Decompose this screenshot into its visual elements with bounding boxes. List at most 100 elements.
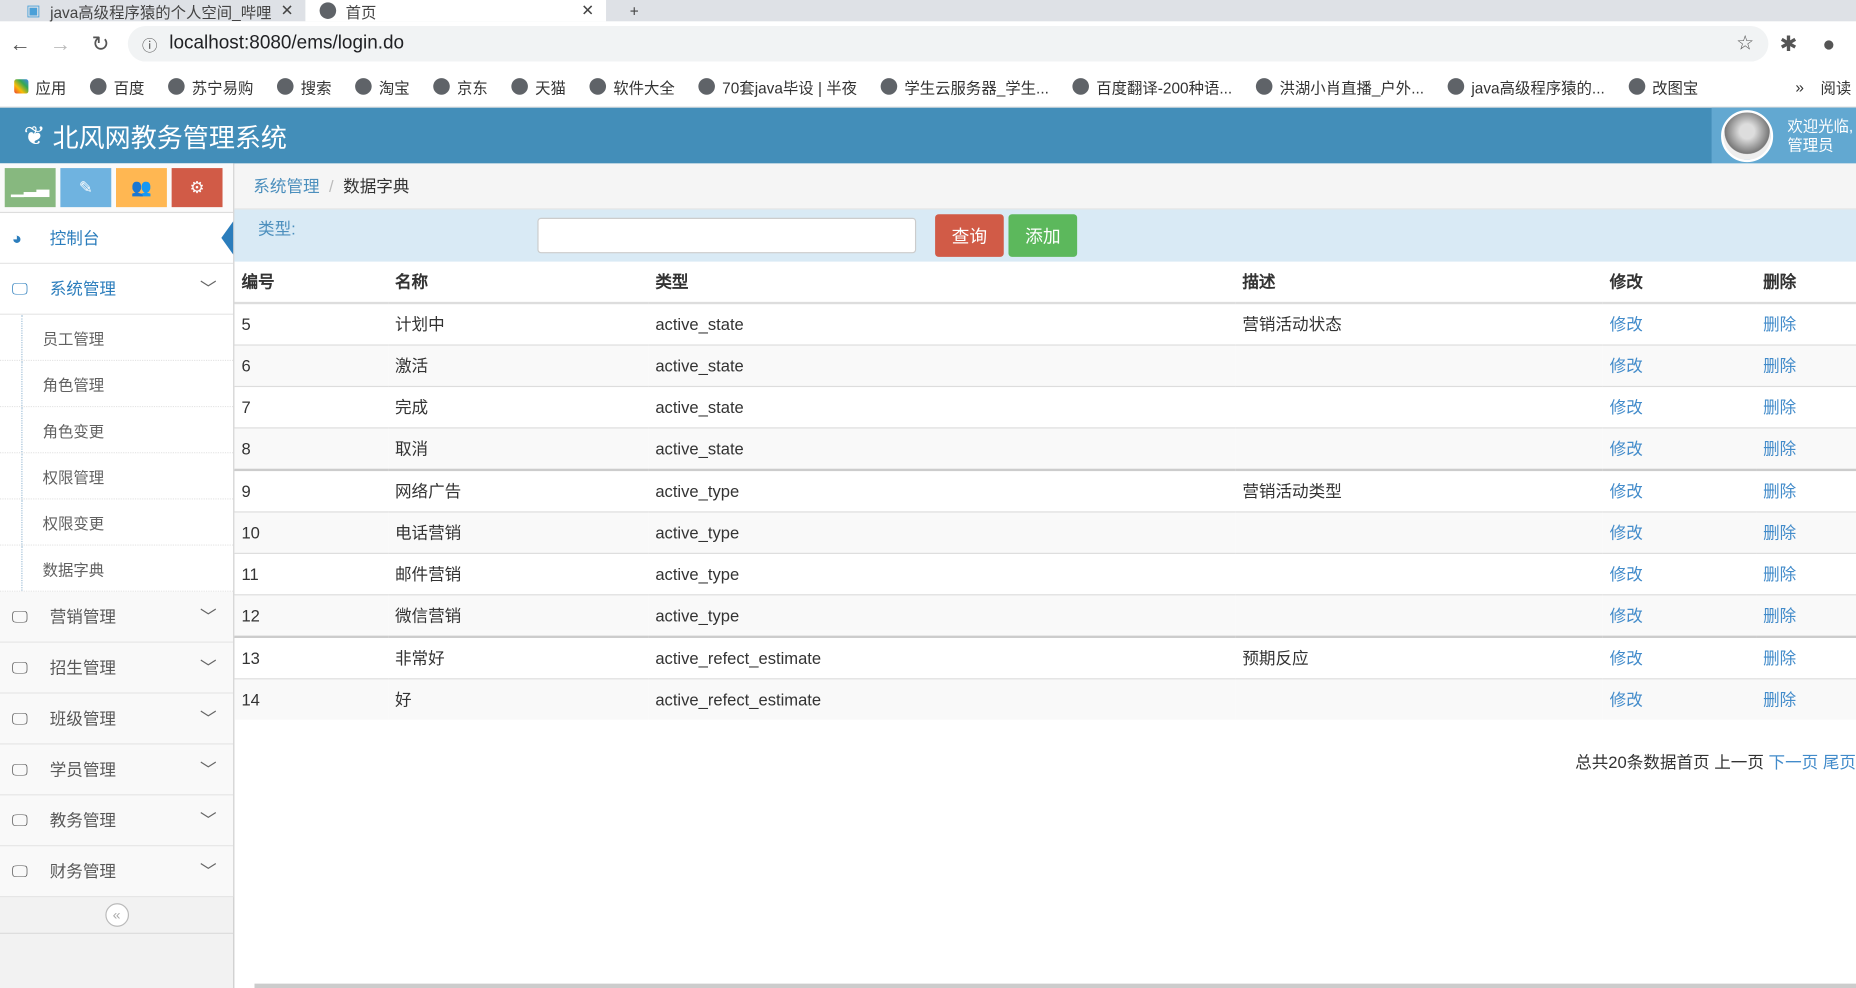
- browser-tab-active[interactable]: 首页 ✕: [305, 0, 607, 22]
- bookmark-item[interactable]: 应用: [14, 75, 66, 97]
- bookmark-item[interactable]: 洪湖小肖直播_户外...: [1255, 75, 1424, 97]
- next-page-link[interactable]: 下一页: [1769, 753, 1819, 772]
- dictionary-table: 编号 名称 类型 描述 修改 删除 5 计划中 active_state 营销活动状态 修改 删除 6…: [234, 261, 1856, 720]
- sidebar-item[interactable]: 🖵 教务管理 ﹀: [0, 795, 234, 847]
- address-bar[interactable]: ⓘ localhost:8080/ems/login.do ☆: [127, 26, 1769, 62]
- bookmark-item[interactable]: 70套java毕设 | 半夜: [698, 75, 857, 97]
- sidebar-item[interactable]: 🖵 招生管理 ﹀: [0, 642, 234, 694]
- profile-icon[interactable]: ●: [1809, 31, 1849, 56]
- edit-link[interactable]: 修改: [1610, 482, 1643, 501]
- delete-link[interactable]: 删除: [1763, 439, 1796, 458]
- bookmark-item[interactable]: 学生云服务器_学生...: [880, 75, 1049, 97]
- delete-link[interactable]: 删除: [1763, 649, 1796, 668]
- close-icon[interactable]: ✕: [581, 1, 594, 20]
- sidebar-item-dashboard[interactable]: ◕ 控制台: [0, 213, 234, 264]
- bookmark-icon: [880, 78, 898, 95]
- breadcrumb-link[interactable]: 系统管理: [253, 174, 319, 198]
- edit-link[interactable]: 修改: [1610, 356, 1643, 375]
- sidebar-item[interactable]: 🖵 学员管理 ﹀: [0, 744, 234, 796]
- table-row: 11 邮件营销 active_type 修改 删除: [234, 552, 1856, 595]
- signal-shortcut-button[interactable]: ▁▂▃: [4, 168, 56, 208]
- edit-link[interactable]: 修改: [1610, 315, 1643, 334]
- new-tab-button[interactable]: +: [616, 0, 653, 21]
- back-icon[interactable]: ←: [0, 31, 40, 56]
- delete-link[interactable]: 删除: [1763, 398, 1796, 417]
- bookmark-item[interactable]: 搜索: [277, 75, 332, 97]
- edit-link[interactable]: 修改: [1610, 649, 1643, 668]
- bookmark-icon: [1447, 78, 1465, 95]
- delete-link[interactable]: 删除: [1763, 523, 1796, 542]
- table-cell: active_refect_estimate: [648, 636, 1236, 679]
- table-cell: 好: [387, 678, 649, 720]
- bookmark-icon: [698, 78, 716, 95]
- forward-icon[interactable]: →: [40, 31, 80, 56]
- table-cell: 9: [234, 469, 388, 512]
- edit-link[interactable]: 修改: [1610, 565, 1643, 584]
- bookmark-item[interactable]: 京东: [433, 75, 488, 97]
- edit-link[interactable]: 修改: [1610, 606, 1643, 625]
- user-menu[interactable]: 欢迎光临, 管理员: [1711, 107, 1856, 165]
- chevron-up-icon: ﹀: [200, 279, 217, 299]
- edit-link[interactable]: 修改: [1610, 690, 1643, 709]
- table-cell: 7: [234, 385, 388, 428]
- edit-link[interactable]: 修改: [1610, 439, 1643, 458]
- horizontal-scrollbar[interactable]: [254, 983, 1856, 988]
- bookmarks-bar: 应用 百度 苏宁易购 搜索 淘宝 京东 天猫 软件大全 70套java毕设 | 半夜 学生云服务器…: [0, 66, 1856, 108]
- query-button[interactable]: 查询: [935, 214, 1004, 257]
- delete-link[interactable]: 删除: [1763, 606, 1796, 625]
- sidebar-subitem[interactable]: 角色变更: [0, 407, 234, 454]
- delete-link[interactable]: 删除: [1763, 482, 1796, 501]
- close-icon[interactable]: ✕: [281, 1, 294, 20]
- globe-icon: [319, 2, 337, 19]
- browser-tab[interactable]: ▣ java高级程序猿的个人空间_哔哩 ✕: [12, 0, 306, 21]
- sidebar-subitem[interactable]: 员工管理: [0, 314, 234, 362]
- users-shortcut-button[interactable]: 👥: [115, 168, 167, 208]
- delete-link[interactable]: 删除: [1763, 356, 1796, 375]
- sidebar-item-system[interactable]: 🖵 系统管理 ﹀: [0, 263, 234, 315]
- delete-link[interactable]: 删除: [1763, 315, 1796, 334]
- bookmark-item[interactable]: 软件大全: [589, 75, 675, 97]
- reading-list-button[interactable]: 阅读: [1820, 75, 1851, 97]
- table-row: 9 网络广告 active_type 营销活动类型 修改 删除: [234, 469, 1856, 512]
- table-cell: active_type: [648, 594, 1236, 637]
- pencil-shortcut-button[interactable]: ✎: [60, 168, 112, 208]
- reload-icon[interactable]: ↻: [80, 31, 120, 56]
- more-bookmarks-button[interactable]: »: [1795, 78, 1804, 96]
- desktop-icon: 🖵: [11, 657, 28, 677]
- sidebar-subitem[interactable]: 权限变更: [0, 499, 234, 546]
- table-cell: 14: [234, 678, 388, 720]
- sidebar-subitem[interactable]: 角色管理: [0, 361, 234, 408]
- table-cell: active_state: [648, 302, 1236, 346]
- sidebar-item[interactable]: 🖵 财务管理 ﹀: [0, 846, 234, 898]
- bookmark-item[interactable]: 苏宁易购: [168, 75, 253, 97]
- column-header: 编号: [234, 261, 388, 305]
- edit-link[interactable]: 修改: [1610, 523, 1643, 542]
- sidebar-item[interactable]: 🖵 班级管理 ﹀: [0, 693, 234, 745]
- bilibili-icon: ▣: [26, 1, 41, 19]
- bookmark-item[interactable]: 淘宝: [355, 75, 410, 97]
- delete-link[interactable]: 删除: [1763, 565, 1796, 584]
- table-cell: 电话营销: [387, 511, 649, 554]
- bookmark-item[interactable]: 百度翻译-200种语...: [1072, 75, 1232, 97]
- sidebar-subitem[interactable]: 数据字典: [0, 545, 234, 592]
- bookmark-item[interactable]: 天猫: [511, 75, 566, 97]
- bookmark-item[interactable]: java高级程序猿的...: [1447, 75, 1605, 97]
- bookmark-icon: [1072, 78, 1090, 95]
- add-button[interactable]: 添加: [1008, 214, 1078, 257]
- edit-link[interactable]: 修改: [1610, 398, 1643, 417]
- table-cell: [1235, 511, 1603, 554]
- star-icon[interactable]: ☆: [1736, 32, 1754, 56]
- sidebar-item[interactable]: 🖵 营销管理 ﹀: [0, 591, 234, 643]
- extensions-icon[interactable]: ✱: [1768, 31, 1808, 56]
- cogs-shortcut-button[interactable]: ⚙: [171, 168, 223, 208]
- bookmark-item[interactable]: 百度: [89, 75, 144, 97]
- table-cell: 8: [234, 427, 388, 470]
- table-cell: active_state: [648, 344, 1236, 387]
- last-page-link[interactable]: 尾页: [1823, 753, 1856, 772]
- table-row: 8 取消 active_state 修改 删除: [234, 427, 1856, 470]
- type-input[interactable]: [537, 217, 917, 254]
- bookmark-item[interactable]: 改图宝: [1628, 75, 1698, 97]
- sidebar-subitem[interactable]: 权限管理: [0, 453, 234, 500]
- delete-link[interactable]: 删除: [1763, 690, 1796, 709]
- collapse-sidebar-button[interactable]: «: [104, 903, 129, 927]
